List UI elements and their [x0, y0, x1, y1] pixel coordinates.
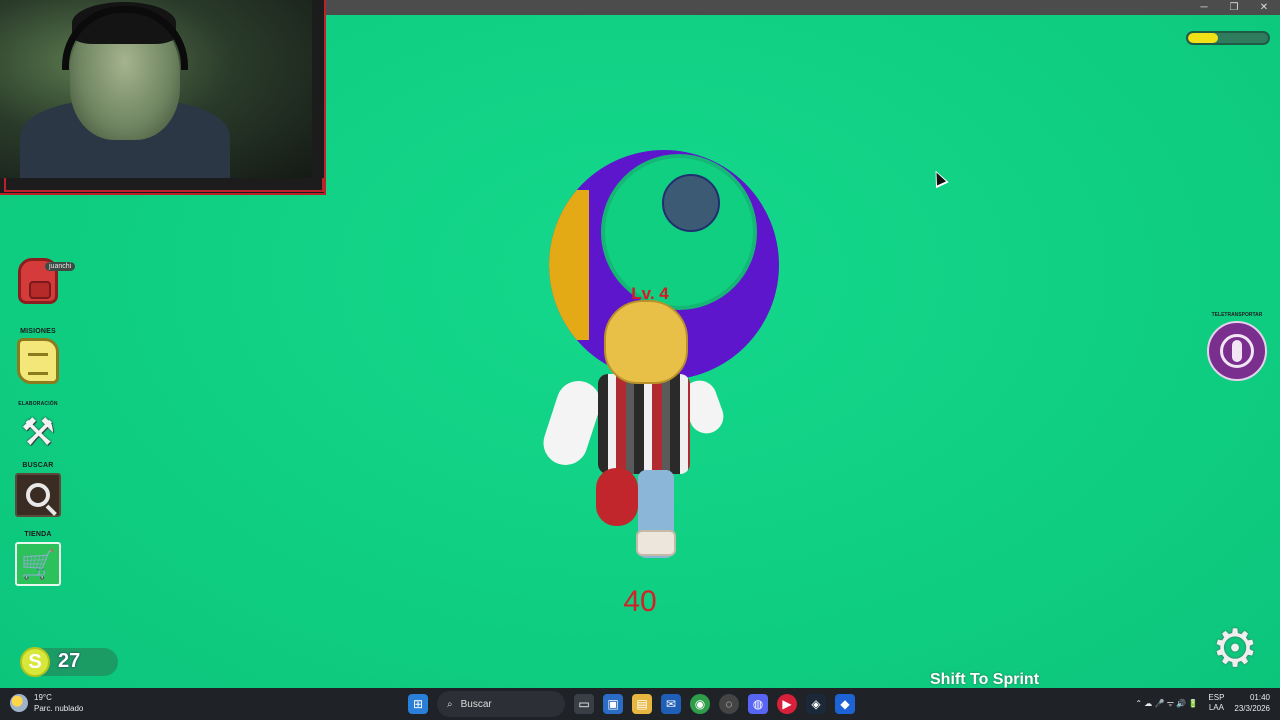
avatar-plaid-shirt: [598, 374, 690, 474]
missions-label: MISIONES: [20, 328, 56, 335]
magnifier-icon: [26, 483, 50, 507]
file-explorer-icon[interactable]: ▤: [632, 694, 652, 714]
player-avatar: [537, 300, 729, 560]
game-viewport[interactable]: ─ ❐ ✕ Lv. 4 40 juanchi MISIONES ELABORAC…: [0, 0, 1280, 688]
roblox-icon[interactable]: ◆: [835, 694, 855, 714]
clock[interactable]: 01:40 23/3/2026: [1234, 692, 1270, 714]
search-button[interactable]: [14, 471, 62, 519]
menu-crafting[interactable]: ELABORACIÓN ⚒: [14, 401, 62, 457]
speed-counter: 40: [623, 585, 657, 618]
avatar-shoe: [636, 530, 676, 556]
avatar-left-arm: [537, 375, 607, 471]
tray-icons[interactable]: ⌃ ☁ 🎤 ᯤ 🔊 🔋: [1135, 698, 1198, 709]
avatar-left-leg: [596, 468, 638, 526]
teleport-label: TELETRANSPORTAR: [1211, 312, 1263, 318]
media-icon[interactable]: ▶: [777, 694, 797, 714]
settings-gear-icon[interactable]: ⚙: [1208, 622, 1262, 676]
taskbar-search-label: Buscar: [460, 698, 492, 710]
menu-missions[interactable]: MISIONES: [14, 328, 62, 385]
webcam-overlay: [0, 0, 326, 195]
coin-icon: S: [20, 647, 50, 677]
task-view-icon[interactable]: ▭: [574, 694, 594, 714]
search-icon: ⌕: [447, 698, 453, 710]
weather-widget[interactable]: 19°C Parc. nublado: [10, 692, 83, 714]
crafting-label: ELABORACIÓN: [18, 401, 58, 407]
taskbar-search[interactable]: ⌕ Buscar: [437, 691, 565, 717]
app-icon[interactable]: ◌: [719, 694, 739, 714]
store-icon[interactable]: ▣: [603, 694, 623, 714]
mouse-cursor: [929, 167, 949, 189]
webcam-frame: [0, 0, 326, 195]
minimize-button[interactable]: ─: [1198, 0, 1210, 15]
menu-search[interactable]: BUSCAR: [14, 462, 62, 519]
discord-icon[interactable]: ◍: [748, 694, 768, 714]
chrome-icon[interactable]: ◉: [690, 694, 710, 714]
teleport-button[interactable]: [1207, 321, 1267, 381]
window-controls: ─ ❐ ✕: [1198, 0, 1270, 15]
windows-start-icon[interactable]: ⊞: [408, 694, 428, 714]
sprint-hint: Shift To Sprint: [930, 671, 1040, 688]
clock-time: 01:40: [1249, 693, 1270, 702]
weather-temp: 19°C: [34, 693, 52, 702]
taskbar-apps: ⊞ ⌕ Buscar ▭ ▣ ▤ ✉ ◉ ◌ ◍ ▶ ◈ ◆: [408, 691, 855, 717]
coin-count: 27: [58, 650, 81, 672]
taskbar: 19°C Parc. nublado ⊞ ⌕ Buscar ▭ ▣ ▤ ✉ ◉ …: [0, 688, 1280, 720]
language-indicator[interactable]: ESP LAA: [1208, 693, 1224, 713]
search-label: BUSCAR: [22, 462, 54, 469]
shop-label: TIENDA: [24, 531, 52, 538]
steam-icon[interactable]: ◈: [806, 694, 826, 714]
clock-date: 23/3/2026: [1234, 704, 1270, 713]
menu-shop[interactable]: TIENDA 🛒: [14, 531, 62, 588]
weather-desc: Parc. nublado: [34, 704, 84, 713]
mail-icon[interactable]: ✉: [661, 694, 681, 714]
close-button[interactable]: ✕: [1258, 0, 1270, 15]
teleport-icon: [1220, 334, 1254, 368]
stamina-bar-fill: [1188, 33, 1219, 43]
hammer-wrench-icon[interactable]: ⚒: [14, 409, 62, 457]
cart-icon: 🛒: [20, 548, 56, 580]
shop-button[interactable]: 🛒: [14, 540, 62, 588]
system-tray: ⌃ ☁ 🎤 ᯤ 🔊 🔋 ESP LAA 01:40 23/3/2026: [1135, 692, 1270, 714]
restore-button[interactable]: ❐: [1228, 0, 1240, 15]
avatar-blonde-hair: [604, 300, 688, 384]
weather-icon: [10, 694, 28, 712]
orb-core: [662, 174, 720, 232]
scroll-icon[interactable]: [14, 337, 62, 385]
coin-counter: S 27: [20, 647, 118, 677]
player-name-chip: juanchi: [45, 262, 76, 271]
stamina-bar: [1186, 31, 1270, 45]
webcam-frame-bottom: [4, 178, 324, 192]
